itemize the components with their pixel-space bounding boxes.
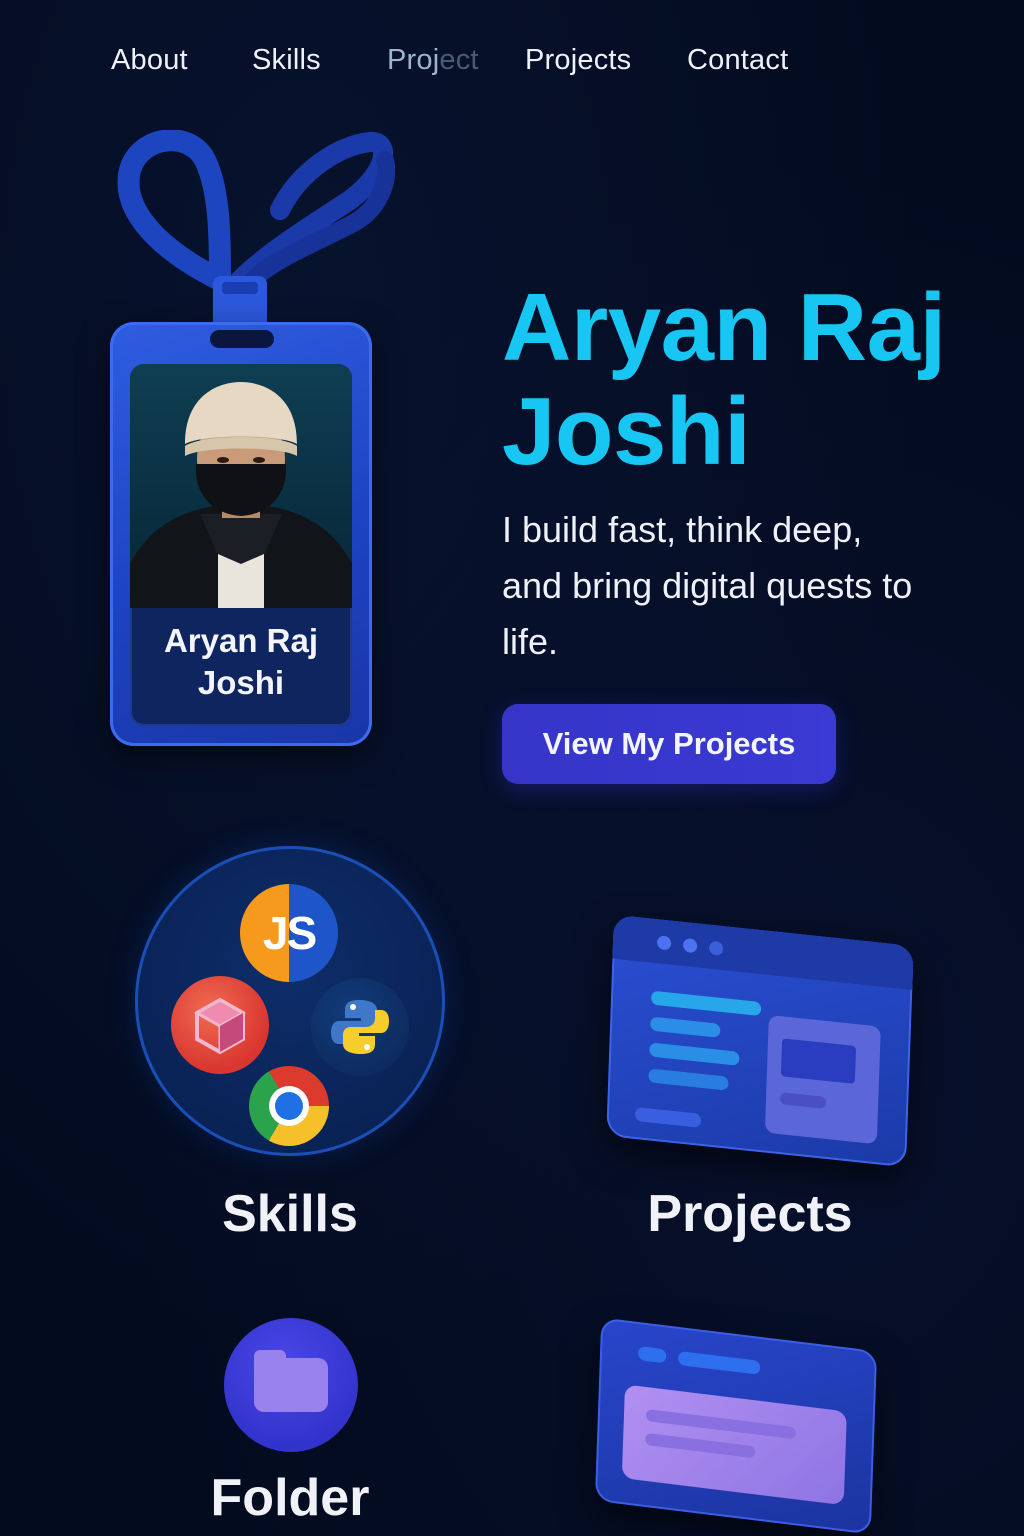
- badge-name-line1: Aryan Raj: [163, 622, 319, 659]
- hero-title: Aryan Raj Joshi: [502, 276, 1002, 484]
- javascript-icon: JS: [240, 884, 338, 982]
- folder-label: Folder: [210, 1469, 370, 1527]
- nav-ghost-faded: ect: [439, 44, 479, 76]
- badge-slot: [210, 330, 274, 348]
- content-line: [634, 1106, 702, 1128]
- nav-ghost-link: Project: [387, 44, 479, 77]
- content-line: [650, 990, 762, 1017]
- card-content: [621, 1384, 847, 1506]
- cube-icon: [171, 976, 269, 1074]
- nav-projects-link[interactable]: Projects: [525, 44, 631, 77]
- badge-card: Aryan Raj Joshi: [110, 322, 372, 746]
- python-icon: [311, 978, 409, 1076]
- card-tag: [677, 1350, 761, 1375]
- window-dot-icon: [656, 935, 672, 951]
- nav-about-link[interactable]: About: [111, 44, 188, 77]
- badge-name-line2: Joshi: [197, 664, 285, 701]
- tagline-line1: I build fast, think deep,: [502, 509, 863, 550]
- projects-card[interactable]: [606, 914, 914, 1168]
- content-line: [650, 1016, 721, 1038]
- content-line: [648, 1068, 729, 1091]
- nav-contact-link[interactable]: Contact: [687, 44, 788, 77]
- content-line: [649, 1042, 740, 1066]
- tagline-line2: and bring digital quests to: [502, 565, 913, 606]
- view-projects-button[interactable]: View My Projects: [502, 704, 836, 784]
- folder-card[interactable]: [224, 1318, 358, 1452]
- nav-ghost-visible: Proj: [387, 44, 440, 76]
- contact-card[interactable]: [594, 1317, 878, 1535]
- window-dot-icon: [682, 937, 698, 954]
- card-tag: [637, 1346, 667, 1364]
- tagline-line3: life.: [502, 621, 559, 662]
- hero-tagline: I build fast, think deep, and bring digi…: [502, 502, 1002, 670]
- hero-title-line1: Aryan Raj: [502, 274, 946, 381]
- projects-label: Projects: [647, 1185, 853, 1243]
- nav-skills-link[interactable]: Skills: [252, 44, 321, 77]
- skills-label: Skills: [222, 1185, 358, 1243]
- hero-title-line2: Joshi: [502, 378, 751, 485]
- folder-icon: [254, 1358, 328, 1412]
- window-dot-icon: [708, 940, 724, 957]
- badge-name: Aryan Raj Joshi: [130, 620, 352, 704]
- id-badge: Aryan Raj Joshi: [100, 130, 400, 760]
- skills-card[interactable]: JS: [135, 846, 445, 1156]
- top-nav: About Skills Project Projects Contact: [0, 44, 1024, 84]
- badge-inner: Aryan Raj Joshi: [130, 364, 352, 726]
- profile-photo: [130, 364, 352, 608]
- person-avatar-icon: [130, 382, 352, 608]
- chrome-icon: [249, 1066, 329, 1146]
- window-titlebar: [612, 914, 914, 990]
- preview-panel: [764, 1014, 881, 1145]
